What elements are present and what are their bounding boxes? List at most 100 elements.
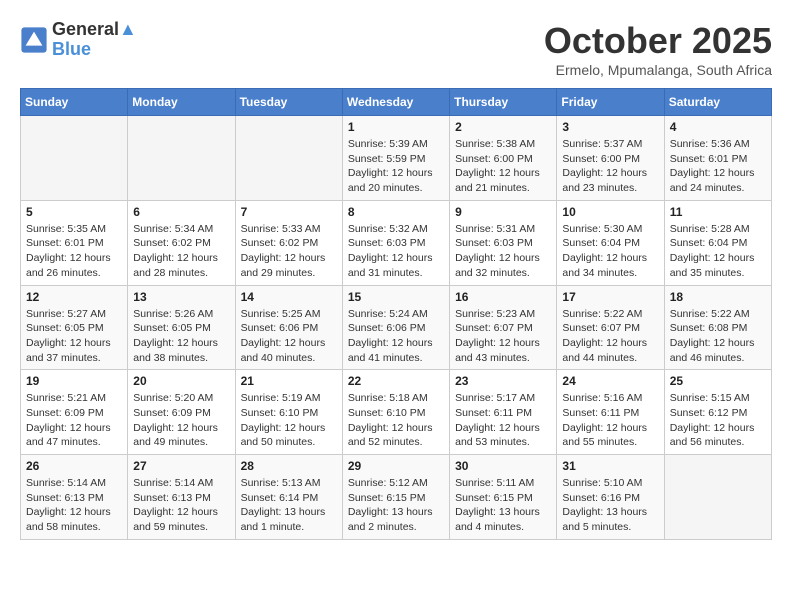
day-number: 23 [455, 374, 551, 388]
calendar-header-thursday: Thursday [450, 89, 557, 116]
day-info: Sunrise: 5:25 AMSunset: 6:06 PMDaylight:… [241, 307, 337, 366]
day-info: Sunrise: 5:26 AMSunset: 6:05 PMDaylight:… [133, 307, 229, 366]
calendar-cell: 16Sunrise: 5:23 AMSunset: 6:07 PMDayligh… [450, 285, 557, 370]
calendar-header-saturday: Saturday [664, 89, 771, 116]
day-number: 1 [348, 120, 444, 134]
calendar-cell: 9Sunrise: 5:31 AMSunset: 6:03 PMDaylight… [450, 200, 557, 285]
calendar-cell: 1 Sunrise: 5:39 AMSunset: 5:59 PMDaylight… [342, 116, 449, 201]
day-number: 3 [562, 120, 658, 134]
day-info: Sunrise: 5:15 AMSunset: 6:12 PMDaylight:… [670, 391, 766, 450]
day-number: 7 [241, 205, 337, 219]
calendar-cell: 4 Sunrise: 5:36 AMSunset: 6:01 PMDaylight… [664, 116, 771, 201]
month-title: October 2025 [544, 20, 772, 62]
day-info: Sunrise: 5:13 AMSunset: 6:14 PMDaylight:… [241, 476, 337, 535]
day-number: 15 [348, 290, 444, 304]
day-number: 8 [348, 205, 444, 219]
location-subtitle: Ermelo, Mpumalanga, South Africa [544, 62, 772, 78]
calendar-cell: 24 Sunrise: 5:16 AMSunset: 6:11 PMDayligh… [557, 370, 664, 455]
calendar-cell: 13Sunrise: 5:26 AMSunset: 6:05 PMDayligh… [128, 285, 235, 370]
page-header: General▲ Blue October 2025 Ermelo, Mpuma… [20, 20, 772, 78]
day-number: 18 [670, 290, 766, 304]
day-number: 21 [241, 374, 337, 388]
calendar-cell: 30 Sunrise: 5:11 AMSunset: 6:15 PMDayligh… [450, 455, 557, 540]
day-info: Sunrise: 5:10 AMSunset: 6:16 PMDaylight:… [562, 476, 658, 535]
calendar-week-2: 5 Sunrise: 5:35 AMSunset: 6:01 PMDaylight… [21, 200, 772, 285]
day-number: 12 [26, 290, 122, 304]
day-info: Sunrise: 5:21 AMSunset: 6:09 PMDaylight:… [26, 391, 122, 450]
day-number: 26 [26, 459, 122, 473]
day-info: Sunrise: 5:14 AMSunset: 6:13 PMDaylight:… [133, 476, 229, 535]
day-info: Sunrise: 5:20 AMSunset: 6:09 PMDaylight:… [133, 391, 229, 450]
calendar-cell: 3 Sunrise: 5:37 AMSunset: 6:00 PMDaylight… [557, 116, 664, 201]
day-info: Sunrise: 5:22 AMSunset: 6:08 PMDaylight:… [670, 307, 766, 366]
calendar-cell: 29Sunrise: 5:12 AMSunset: 6:15 PMDayligh… [342, 455, 449, 540]
calendar-cell: 22 Sunrise: 5:18 AMSunset: 6:10 PMDayligh… [342, 370, 449, 455]
calendar-cell: 7 Sunrise: 5:33 AMSunset: 6:02 PMDaylight… [235, 200, 342, 285]
day-number: 25 [670, 374, 766, 388]
calendar-cell [128, 116, 235, 201]
day-info: Sunrise: 5:39 AMSunset: 5:59 PMDaylight:… [348, 137, 444, 196]
calendar-week-4: 19 Sunrise: 5:21 AMSunset: 6:09 PMDayligh… [21, 370, 772, 455]
calendar-cell: 8 Sunrise: 5:32 AMSunset: 6:03 PMDaylight… [342, 200, 449, 285]
title-block: October 2025 Ermelo, Mpumalanga, South A… [544, 20, 772, 78]
calendar-cell: 14 Sunrise: 5:25 AMSunset: 6:06 PMDayligh… [235, 285, 342, 370]
calendar-week-5: 26 Sunrise: 5:14 AMSunset: 6:13 PMDayligh… [21, 455, 772, 540]
day-number: 14 [241, 290, 337, 304]
calendar-cell: 21Sunrise: 5:19 AMSunset: 6:10 PMDayligh… [235, 370, 342, 455]
calendar-cell: 31 Sunrise: 5:10 AMSunset: 6:16 PMDayligh… [557, 455, 664, 540]
calendar-week-3: 12 Sunrise: 5:27 AMSunset: 6:05 PMDayligh… [21, 285, 772, 370]
day-number: 5 [26, 205, 122, 219]
calendar-header-tuesday: Tuesday [235, 89, 342, 116]
calendar-cell: 23Sunrise: 5:17 AMSunset: 6:11 PMDayligh… [450, 370, 557, 455]
day-info: Sunrise: 5:34 AMSunset: 6:02 PMDaylight:… [133, 222, 229, 281]
calendar-cell: 15Sunrise: 5:24 AMSunset: 6:06 PMDayligh… [342, 285, 449, 370]
day-number: 2 [455, 120, 551, 134]
day-info: Sunrise: 5:37 AMSunset: 6:00 PMDaylight:… [562, 137, 658, 196]
day-number: 22 [348, 374, 444, 388]
day-number: 31 [562, 459, 658, 473]
day-info: Sunrise: 5:35 AMSunset: 6:01 PMDaylight:… [26, 222, 122, 281]
calendar-cell: 17 Sunrise: 5:22 AMSunset: 6:07 PMDayligh… [557, 285, 664, 370]
day-info: Sunrise: 5:11 AMSunset: 6:15 PMDaylight:… [455, 476, 551, 535]
day-info: Sunrise: 5:27 AMSunset: 6:05 PMDaylight:… [26, 307, 122, 366]
logo-text: General▲ Blue [52, 20, 137, 60]
calendar-cell [664, 455, 771, 540]
calendar-cell: 2 Sunrise: 5:38 AMSunset: 6:00 PMDaylight… [450, 116, 557, 201]
calendar-cell: 27Sunrise: 5:14 AMSunset: 6:13 PMDayligh… [128, 455, 235, 540]
calendar-body: 1 Sunrise: 5:39 AMSunset: 5:59 PMDaylight… [21, 116, 772, 540]
day-info: Sunrise: 5:32 AMSunset: 6:03 PMDaylight:… [348, 222, 444, 281]
day-number: 19 [26, 374, 122, 388]
day-number: 4 [670, 120, 766, 134]
calendar-cell: 6 Sunrise: 5:34 AMSunset: 6:02 PMDaylight… [128, 200, 235, 285]
day-number: 16 [455, 290, 551, 304]
day-number: 17 [562, 290, 658, 304]
calendar-cell: 25 Sunrise: 5:15 AMSunset: 6:12 PMDayligh… [664, 370, 771, 455]
day-info: Sunrise: 5:38 AMSunset: 6:00 PMDaylight:… [455, 137, 551, 196]
logo-icon [20, 26, 48, 54]
calendar-cell [21, 116, 128, 201]
day-info: Sunrise: 5:36 AMSunset: 6:01 PMDaylight:… [670, 137, 766, 196]
day-info: Sunrise: 5:18 AMSunset: 6:10 PMDaylight:… [348, 391, 444, 450]
calendar-cell: 26Sunrise: 5:14 AMSunset: 6:13 PMDayligh… [21, 455, 128, 540]
calendar-cell [235, 116, 342, 201]
day-number: 11 [670, 205, 766, 219]
day-info: Sunrise: 5:33 AMSunset: 6:02 PMDaylight:… [241, 222, 337, 281]
calendar-header-monday: Monday [128, 89, 235, 116]
logo: General▲ Blue [20, 20, 137, 60]
calendar-header-friday: Friday [557, 89, 664, 116]
calendar-table: SundayMondayTuesdayWednesdayThursdayFrid… [20, 88, 772, 540]
calendar-cell: 12 Sunrise: 5:27 AMSunset: 6:05 PMDayligh… [21, 285, 128, 370]
day-info: Sunrise: 5:28 AMSunset: 6:04 PMDaylight:… [670, 222, 766, 281]
calendar-cell: 11 Sunrise: 5:28 AMSunset: 6:04 PMDayligh… [664, 200, 771, 285]
day-number: 30 [455, 459, 551, 473]
day-number: 6 [133, 205, 229, 219]
calendar-header-wednesday: Wednesday [342, 89, 449, 116]
day-number: 24 [562, 374, 658, 388]
day-number: 20 [133, 374, 229, 388]
day-info: Sunrise: 5:22 AMSunset: 6:07 PMDaylight:… [562, 307, 658, 366]
day-number: 29 [348, 459, 444, 473]
day-number: 10 [562, 205, 658, 219]
day-info: Sunrise: 5:16 AMSunset: 6:11 PMDaylight:… [562, 391, 658, 450]
calendar-header-sunday: Sunday [21, 89, 128, 116]
calendar-week-1: 1 Sunrise: 5:39 AMSunset: 5:59 PMDaylight… [21, 116, 772, 201]
